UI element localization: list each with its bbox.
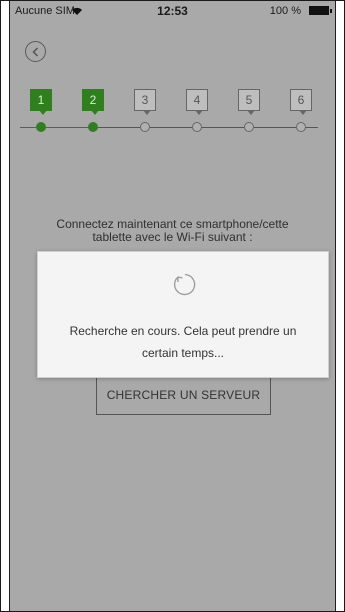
app-screen: Aucune SIM 12:53 100 % 1 2 3 4 5 6 Connectez …: [9, 1, 336, 611]
step-5-dot: [244, 122, 254, 132]
status-bar: Aucune SIM 12:53 100 %: [10, 1, 335, 23]
step-3-dot: [140, 122, 150, 132]
chevron-left-icon: [32, 47, 39, 57]
step-connector: [20, 127, 36, 128]
refresh-spinner-icon: [173, 273, 196, 296]
step-2-marker: 2: [82, 89, 104, 115]
step-1-dot: [36, 122, 46, 132]
battery-tip: [330, 9, 332, 13]
step-4-dot: [192, 122, 202, 132]
step-1-marker: 1: [30, 89, 52, 115]
instruction-text: Connectez maintenant ce smartphone/cette…: [56, 217, 289, 244]
back-button[interactable]: [25, 41, 46, 62]
step-4-marker: 4: [186, 89, 208, 115]
step-2-dot: [88, 122, 98, 132]
step-connector: [46, 127, 88, 128]
loading-dialog: Recherche en cours. Cela peut prendre un…: [37, 251, 329, 378]
search-server-button[interactable]: CHERCHER UN SERVEUR: [96, 375, 271, 415]
step-5-marker: 5: [238, 89, 260, 115]
step-3-marker: 3: [134, 89, 156, 115]
progress-stepper: 1 2 3 4 5 6: [20, 89, 340, 134]
step-connector: [202, 127, 244, 128]
battery-percent: 100 %: [269, 5, 301, 17]
loading-message: Recherche en cours. Cela peut prendre un…: [69, 324, 297, 360]
step-connector: [98, 127, 140, 128]
phone-frame: Aucune SIM 12:53 100 % 1 2 3 4 5 6 Connectez …: [0, 0, 345, 612]
step-6-marker: 6: [290, 89, 312, 115]
step-connector: [254, 127, 296, 128]
step-6-dot: [296, 122, 306, 132]
step-connector: [306, 127, 318, 128]
battery-icon: [309, 6, 329, 15]
step-connector: [150, 127, 192, 128]
